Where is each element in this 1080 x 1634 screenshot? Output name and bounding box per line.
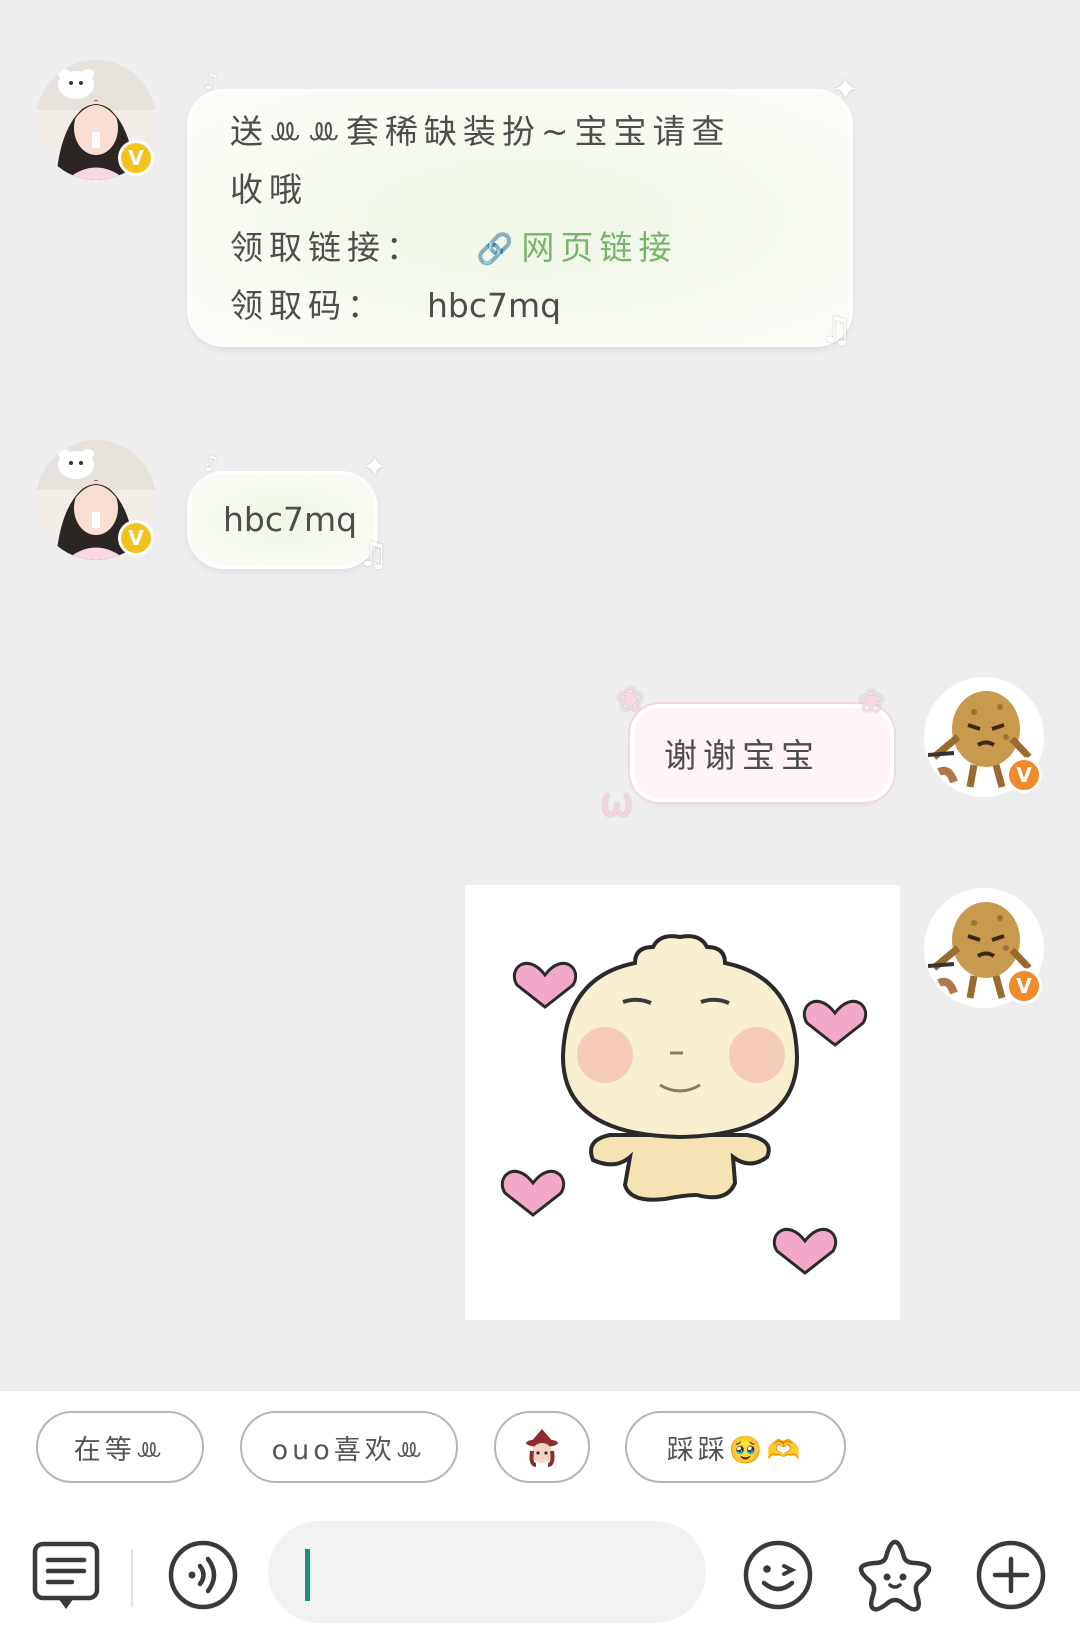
code-value: hbc7mq bbox=[427, 286, 562, 325]
music-note-icon: ♫ bbox=[358, 535, 389, 575]
verified-badge: V bbox=[118, 520, 154, 556]
emoji-icon[interactable] bbox=[742, 1539, 814, 1611]
verified-badge: V bbox=[1006, 968, 1042, 1004]
quick-reply-chip[interactable]: 在等ꔛ bbox=[36, 1411, 204, 1483]
code-row: 领取码： hbc7mq bbox=[230, 277, 561, 335]
divider bbox=[131, 1549, 133, 1607]
sender-avatar[interactable]: V bbox=[36, 60, 156, 180]
my-avatar[interactable]: V bbox=[924, 888, 1044, 1008]
star-icon: ✦ bbox=[362, 450, 388, 485]
sender-avatar[interactable]: V bbox=[36, 440, 156, 560]
paw-icon: ❀ bbox=[858, 682, 885, 720]
paw-icon: ❀ bbox=[616, 680, 645, 720]
link-icon: 🔗 bbox=[476, 232, 520, 267]
web-link[interactable]: 网页链接 bbox=[521, 228, 677, 267]
verified-badge: V bbox=[118, 140, 154, 176]
quick-reply-chip[interactable]: ouo喜欢ꔛ bbox=[240, 1411, 458, 1483]
sticker-image[interactable] bbox=[465, 885, 900, 1320]
voice-icon[interactable] bbox=[167, 1539, 239, 1611]
music-note-icon: ♪ bbox=[204, 452, 219, 477]
link-row: 领取链接： 🔗网页链接 bbox=[230, 219, 677, 279]
code-label: 领取码： bbox=[230, 286, 386, 325]
message-input[interactable] bbox=[268, 1521, 706, 1623]
plus-icon[interactable] bbox=[975, 1539, 1047, 1611]
message-list-icon[interactable] bbox=[32, 1541, 100, 1613]
link-label: 领取链接： bbox=[230, 228, 425, 267]
music-note-icon: ♫ bbox=[820, 310, 853, 351]
input-area: 在等ꔛ ouo喜欢ꔛ 踩踩🥹🫶 bbox=[0, 1390, 1080, 1634]
message-line: 送ꔛꔛ套稀缺装扮~宝宝请查 bbox=[230, 112, 731, 151]
message-text: 谢谢宝宝 bbox=[664, 736, 820, 775]
bunny-icon: ω bbox=[600, 780, 634, 826]
star-sticker-icon[interactable] bbox=[857, 1537, 933, 1613]
message-line: 收哦 bbox=[230, 170, 308, 209]
music-note-icon: ♪ bbox=[204, 70, 219, 95]
my-avatar[interactable]: V bbox=[924, 677, 1044, 797]
quick-reply-sticker-chip[interactable] bbox=[494, 1411, 590, 1483]
verified-badge: V bbox=[1006, 757, 1042, 793]
star-icon: ✦ bbox=[832, 70, 859, 108]
text-caret bbox=[305, 1549, 310, 1601]
witch-sticker-icon bbox=[526, 1429, 558, 1467]
message-text: hbc7mq bbox=[223, 500, 358, 539]
chat-area[interactable]: V ♪ ✦ ♫ 送ꔛꔛ套稀缺装扮~宝宝请查 收哦 领取链接： 🔗网页链接 领取码… bbox=[0, 0, 1080, 1390]
quick-reply-chip[interactable]: 踩踩🥹🫶 bbox=[625, 1411, 846, 1483]
